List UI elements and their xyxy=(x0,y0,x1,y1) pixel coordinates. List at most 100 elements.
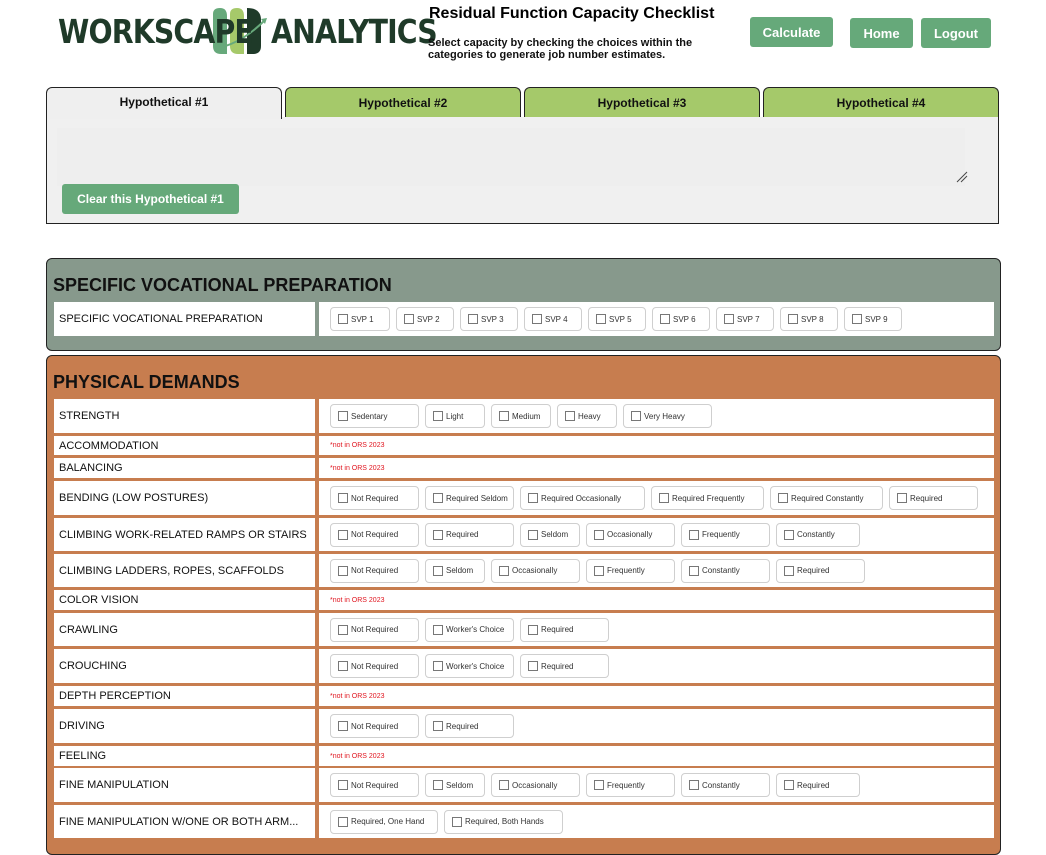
option-required[interactable]: Required xyxy=(425,522,514,547)
checkbox[interactable] xyxy=(689,780,699,790)
logo[interactable]: WORKSCAPE ANALYTICS xyxy=(58,6,438,56)
checkbox[interactable] xyxy=(724,314,734,324)
checkbox[interactable] xyxy=(499,565,509,576)
checkbox[interactable] xyxy=(452,816,462,827)
option-svp-9[interactable]: SVP 9 xyxy=(844,307,902,331)
option-required[interactable]: Required xyxy=(425,714,514,738)
tab-hypothetical-3[interactable]: Hypothetical #3 xyxy=(524,87,760,118)
checkbox[interactable] xyxy=(338,816,348,827)
option-seldom[interactable]: Seldom xyxy=(520,522,580,547)
checkbox[interactable] xyxy=(594,565,604,576)
tab-hypothetical-4[interactable]: Hypothetical #4 xyxy=(763,87,999,118)
option-required[interactable]: Required xyxy=(889,486,978,510)
option-svp-6[interactable]: SVP 6 xyxy=(652,307,710,331)
option-medium[interactable]: Medium xyxy=(491,404,551,428)
option-required-both-hands[interactable]: Required, Both Hands xyxy=(444,809,563,834)
clear-hypothetical-button[interactable]: Clear this Hypothetical #1 xyxy=(62,184,239,214)
option-required-seldom[interactable]: Required Seldom xyxy=(425,486,514,510)
checkbox[interactable] xyxy=(689,529,699,540)
option-constantly[interactable]: Constantly xyxy=(776,522,860,547)
checkbox[interactable] xyxy=(338,411,348,421)
option-constantly[interactable]: Constantly xyxy=(681,773,770,797)
option-seldom[interactable]: Seldom xyxy=(425,773,485,797)
checkbox[interactable] xyxy=(433,780,443,790)
checkbox[interactable] xyxy=(338,624,348,635)
checkbox[interactable] xyxy=(433,565,443,576)
checkbox[interactable] xyxy=(594,780,604,790)
checkbox[interactable] xyxy=(433,493,443,503)
option-worker-s-choice[interactable]: Worker's Choice xyxy=(425,654,514,678)
checkbox[interactable] xyxy=(433,661,443,671)
option-not-required[interactable]: Not Required xyxy=(330,486,419,510)
checkbox[interactable] xyxy=(338,780,348,790)
checkbox[interactable] xyxy=(433,721,443,731)
option-required[interactable]: Required xyxy=(520,654,609,678)
checkbox[interactable] xyxy=(594,529,604,540)
checkbox[interactable] xyxy=(565,411,575,421)
checkbox[interactable] xyxy=(784,780,794,790)
checkbox[interactable] xyxy=(660,314,670,324)
checkbox[interactable] xyxy=(338,565,348,576)
checkbox[interactable] xyxy=(528,624,538,635)
option-frequently[interactable]: Frequently xyxy=(586,558,675,583)
checkbox[interactable] xyxy=(778,493,788,503)
checkbox[interactable] xyxy=(788,314,798,324)
option-svp-2[interactable]: SVP 2 xyxy=(396,307,454,331)
option-not-required[interactable]: Not Required xyxy=(330,714,419,738)
tab-hypothetical-1[interactable]: Hypothetical #1 xyxy=(46,87,282,119)
option-svp-8[interactable]: SVP 8 xyxy=(780,307,838,331)
option-required-frequently[interactable]: Required Frequently xyxy=(651,486,764,510)
option-occasionally[interactable]: Occasionally xyxy=(491,558,580,583)
checkbox[interactable] xyxy=(528,493,538,503)
checkbox[interactable] xyxy=(528,661,538,671)
checkbox[interactable] xyxy=(404,314,414,324)
option-required-one-hand[interactable]: Required, One Hand xyxy=(330,809,438,834)
option-constantly[interactable]: Constantly xyxy=(681,558,770,583)
option-very-heavy[interactable]: Very Heavy xyxy=(623,404,712,428)
checkbox[interactable] xyxy=(784,565,794,576)
checkbox[interactable] xyxy=(659,493,669,503)
checkbox[interactable] xyxy=(338,529,348,540)
option-required-constantly[interactable]: Required Constantly xyxy=(770,486,883,510)
option-frequently[interactable]: Frequently xyxy=(681,522,770,547)
calculate-button[interactable]: Calculate xyxy=(750,17,833,47)
option-svp-5[interactable]: SVP 5 xyxy=(588,307,646,331)
option-svp-3[interactable]: SVP 3 xyxy=(460,307,518,331)
resize-grip-icon[interactable] xyxy=(956,171,968,183)
checkbox[interactable] xyxy=(784,529,794,540)
option-not-required[interactable]: Not Required xyxy=(330,773,419,797)
checkbox[interactable] xyxy=(596,314,606,324)
option-sedentary[interactable]: Sedentary xyxy=(330,404,419,428)
option-required[interactable]: Required xyxy=(520,617,609,642)
checkbox[interactable] xyxy=(338,661,348,671)
option-occasionally[interactable]: Occasionally xyxy=(491,773,580,797)
option-svp-1[interactable]: SVP 1 xyxy=(330,307,390,331)
logout-button[interactable]: Logout xyxy=(921,18,991,48)
checkbox[interactable] xyxy=(468,314,478,324)
option-seldom[interactable]: Seldom xyxy=(425,558,485,583)
option-occasionally[interactable]: Occasionally xyxy=(586,522,675,547)
option-required[interactable]: Required xyxy=(776,558,865,583)
option-required[interactable]: Required xyxy=(776,773,860,797)
checkbox[interactable] xyxy=(433,624,443,635)
hypothetical-notes-textarea[interactable] xyxy=(57,128,965,186)
option-svp-4[interactable]: SVP 4 xyxy=(524,307,582,331)
checkbox[interactable] xyxy=(631,411,641,421)
home-button[interactable]: Home xyxy=(850,18,913,48)
checkbox[interactable] xyxy=(528,529,538,540)
option-heavy[interactable]: Heavy xyxy=(557,404,617,428)
option-required-occasionally[interactable]: Required Occasionally xyxy=(520,486,645,510)
option-frequently[interactable]: Frequently xyxy=(586,773,675,797)
checkbox[interactable] xyxy=(689,565,699,576)
checkbox[interactable] xyxy=(499,780,509,790)
checkbox[interactable] xyxy=(433,411,443,421)
option-not-required[interactable]: Not Required xyxy=(330,654,419,678)
option-svp-7[interactable]: SVP 7 xyxy=(716,307,774,331)
option-not-required[interactable]: Not Required xyxy=(330,617,419,642)
checkbox[interactable] xyxy=(338,721,348,731)
option-not-required[interactable]: Not Required xyxy=(330,522,419,547)
option-not-required[interactable]: Not Required xyxy=(330,558,419,583)
checkbox[interactable] xyxy=(338,314,348,324)
tab-hypothetical-2[interactable]: Hypothetical #2 xyxy=(285,87,521,118)
checkbox[interactable] xyxy=(897,493,907,503)
